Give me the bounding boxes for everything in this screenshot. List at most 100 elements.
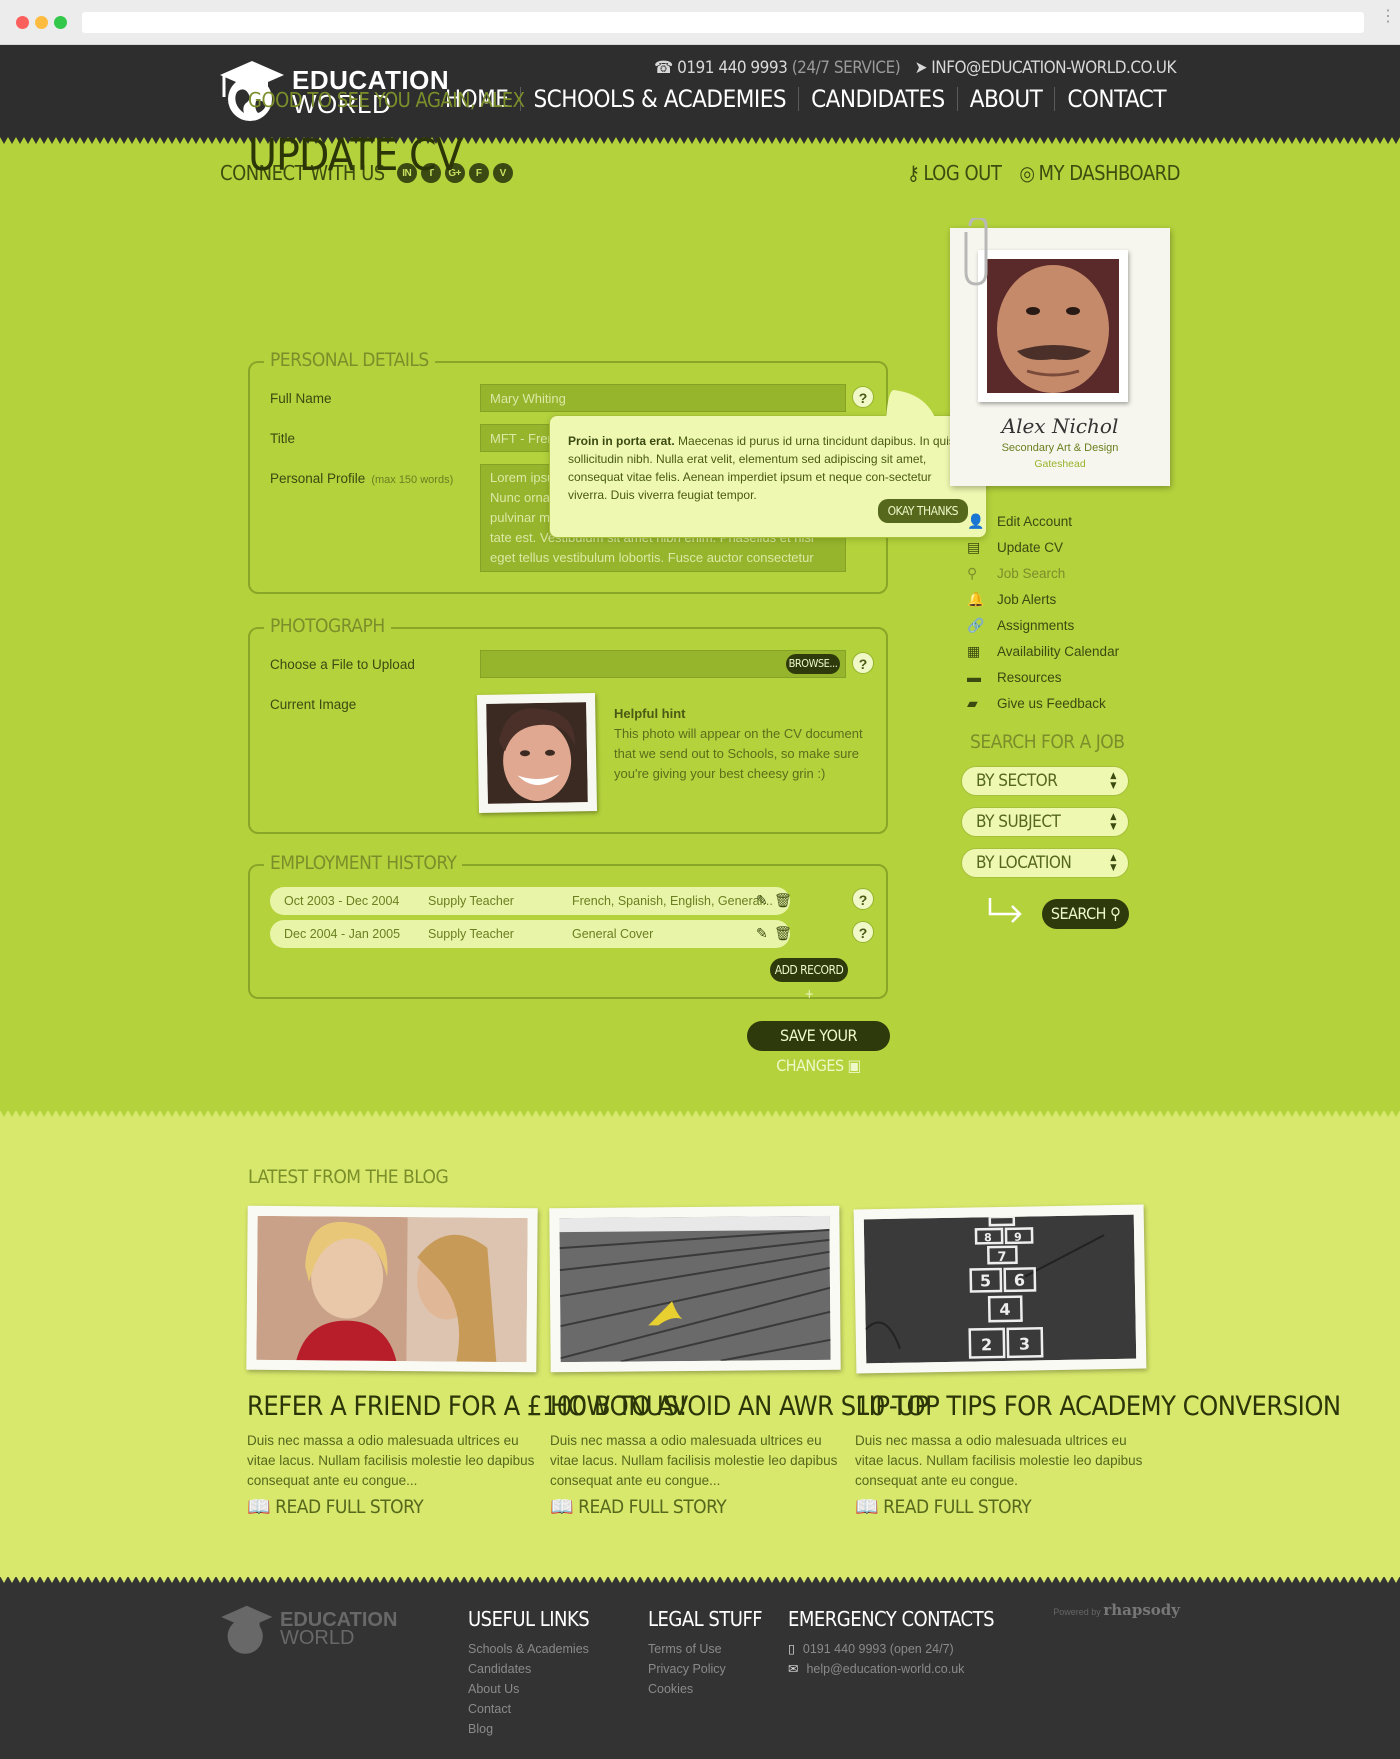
title-label: Title [270, 431, 296, 446]
header-email[interactable]: INFO@EDUCATION-WORLD.CO.UK [931, 58, 1176, 78]
footer-link[interactable]: About Us [468, 1679, 589, 1699]
footer-link[interactable]: Schools & Academies [468, 1639, 589, 1659]
save-changes-button[interactable]: SAVE YOUR CHANGES ▣ [747, 1021, 890, 1075]
send-icon: ➤ [914, 58, 928, 78]
nav-candidates[interactable]: CANDIDATES [798, 87, 957, 111]
vimeo-icon[interactable]: v [492, 163, 513, 183]
blog-image-banana[interactable] [559, 1215, 831, 1363]
location-select-label: BY LOCATION [976, 853, 1072, 873]
personal-profile-label: Personal Profile (max 150 words) [270, 471, 453, 486]
powered-by-label: Powered by [1053, 1607, 1101, 1617]
trash-icon[interactable]: 🗑 [774, 925, 792, 942]
blog-post-title[interactable]: 10 TOP TIPS FOR ACADEMY CONVERSION [855, 1391, 1341, 1422]
browse-button[interactable]: BROWSE... [786, 654, 840, 674]
browser-menu-icon[interactable]: ⋮ [1380, 9, 1396, 25]
paperclip-icon [964, 218, 988, 286]
pencil-icon[interactable]: ✎ [756, 925, 768, 942]
book-icon: 📖 [855, 1496, 879, 1518]
footer-link[interactable]: Privacy Policy [648, 1659, 762, 1679]
sidebar-item-availability-calendar[interactable]: ▦ Availability Calendar [967, 638, 1119, 664]
search-icon: ⚲ [967, 564, 978, 581]
trash-icon[interactable]: 🗑 [774, 892, 792, 909]
footer-link[interactable]: Cookies [648, 1679, 762, 1699]
dashboard-icon: ◎ [1019, 161, 1035, 185]
add-record-button[interactable]: ADD RECORD + [770, 958, 848, 1001]
sidebar-menu: 👤 Edit Account ▤ Update CV ⚲ Job Search 🔔 Jo… [967, 508, 1119, 716]
footer-logo-world: WORLD [280, 1627, 355, 1649]
blog-image-hopscotch[interactable]: 2 3 4 5 6 7 8 9 [863, 1214, 1137, 1364]
employment-row[interactable]: Dec 2004 - Jan 2005 Supply Teacher Gener… [270, 920, 792, 948]
blog-heading: LATEST FROM THE BLOG [248, 1166, 449, 1188]
sector-select[interactable]: BY SECTOR ▲ ▼ [961, 766, 1129, 796]
emergency-email[interactable]: ✉ help@education-world.co.uk [788, 1659, 994, 1679]
sidebar-item-job-search[interactable]: ⚲ Job Search [967, 560, 1119, 586]
help-icon[interactable]: ? [852, 921, 874, 943]
read-more-link[interactable]: 📖 READ FULL STORY [247, 1495, 424, 1518]
blog-post-excerpt: Duis nec massa a odio malesuada ultrices… [550, 1433, 838, 1488]
dashboard-label: MY DASHBOARD [1038, 161, 1181, 185]
subject-select[interactable]: BY SUBJECT ▲ ▼ [961, 807, 1129, 837]
footer-logo[interactable]: EDUCATION WORLD [218, 1601, 398, 1661]
footer-link[interactable]: Terms of Use [648, 1639, 762, 1659]
blog-image-frame: 2 3 4 5 6 7 8 9 [853, 1204, 1147, 1374]
blog-post-title[interactable]: REFER A FRIEND FOR A £100 BONUS! [247, 1391, 688, 1422]
address-bar[interactable] [82, 12, 1364, 33]
blog-post-title[interactable]: HOW TO AVOID AN AWR SLIP-UP [550, 1391, 929, 1422]
sidebar-item-update-cv[interactable]: ▤ Update CV [967, 534, 1119, 560]
sector-select-label: BY SECTOR [976, 771, 1058, 791]
logout-link[interactable]: ⚷ LOG OUT [907, 161, 1002, 185]
powered-by[interactable]: Powered by rhapsody [1053, 1601, 1180, 1619]
footer-link[interactable]: Candidates [468, 1659, 589, 1679]
sidebar-item-label: Assignments [997, 617, 1075, 633]
nav-about[interactable]: ABOUT [956, 87, 1055, 111]
close-window-icon[interactable] [16, 16, 29, 29]
employment-subjects: French, Spanish, English, General... [572, 894, 773, 908]
employment-row[interactable]: Oct 2003 - Dec 2004 Supply Teacher Frenc… [270, 887, 792, 915]
facebook-icon[interactable]: f [468, 163, 489, 183]
read-more-link[interactable]: 📖 READ FULL STORY [550, 1495, 727, 1518]
help-icon[interactable]: ? [852, 888, 874, 910]
help-icon[interactable]: ? [852, 652, 874, 674]
okay-thanks-button[interactable]: OKAY THANKS [877, 499, 968, 523]
nav-schools-academies[interactable]: SCHOOLS & ACADEMIES [520, 87, 798, 111]
location-select[interactable]: BY LOCATION ▲ ▼ [961, 848, 1129, 878]
sidebar-item-edit-account[interactable]: 👤 Edit Account [967, 508, 1119, 534]
updown-arrow-icon: ▲ ▼ [1110, 853, 1116, 873]
read-more-label: READ FULL STORY [578, 1496, 727, 1518]
sidebar-item-resources[interactable]: ▬ Resources [967, 664, 1119, 690]
read-more-link[interactable]: 📖 READ FULL STORY [855, 1495, 1032, 1518]
zigzag-divider-blog [0, 1110, 1400, 1117]
sidebar-item-label: Availability Calendar [997, 643, 1120, 659]
help-icon[interactable]: ? [852, 386, 874, 408]
emergency-phone[interactable]: ▯ 0191 440 9993 (open 24/7) [788, 1639, 994, 1659]
svg-text:4: 4 [999, 1300, 1010, 1319]
full-name-label: Full Name [270, 391, 332, 406]
footer-link[interactable]: Blog [468, 1719, 589, 1739]
header-phone[interactable]: 0191 440 9993 [677, 58, 788, 78]
search-button[interactable]: SEARCH ⚲ [1042, 899, 1129, 929]
full-name-input[interactable]: Mary Whiting [480, 384, 846, 412]
current-image-label: Current Image [270, 697, 357, 712]
powered-by-brand: rhapsody [1103, 1601, 1180, 1619]
site-footer: EDUCATION WORLD USEFUL LINKS Schools & A… [0, 1576, 1400, 1759]
sidebar-item-assignments[interactable]: 🔗 Assignments [967, 612, 1119, 638]
minimize-window-icon[interactable] [35, 16, 48, 29]
maximize-window-icon[interactable] [54, 16, 67, 29]
svg-text:9: 9 [1014, 1231, 1022, 1244]
dashboard-link[interactable]: ◎ MY DASHBOARD [1019, 161, 1180, 185]
sidebar-item-label: Job Alerts [997, 591, 1057, 607]
employment-legend: EMPLOYMENT HISTORY [264, 852, 463, 874]
blog-image-girls[interactable] [256, 1215, 528, 1363]
search-job-heading: SEARCH FOR A JOB [970, 731, 1125, 753]
greeting: GOOD TO SEE YOU AGAIN, ALEX [248, 88, 525, 112]
sidebar-item-job-alerts[interactable]: 🔔 Job Alerts [967, 586, 1119, 612]
blog-image-frame [246, 1205, 538, 1373]
legal-heading: LEGAL STUFF [648, 1607, 763, 1631]
pencil-icon[interactable]: ✎ [756, 892, 768, 909]
save-changes-label: SAVE YOUR CHANGES [776, 1026, 858, 1075]
sidebar-item-feedback[interactable]: ▰ Give us Feedback [967, 690, 1119, 716]
footer-link[interactable]: Contact [468, 1699, 589, 1719]
nav-contact[interactable]: CONTACT [1054, 87, 1178, 111]
zigzag-divider-top [0, 137, 1400, 144]
bell-icon: 🔔 [967, 590, 985, 607]
